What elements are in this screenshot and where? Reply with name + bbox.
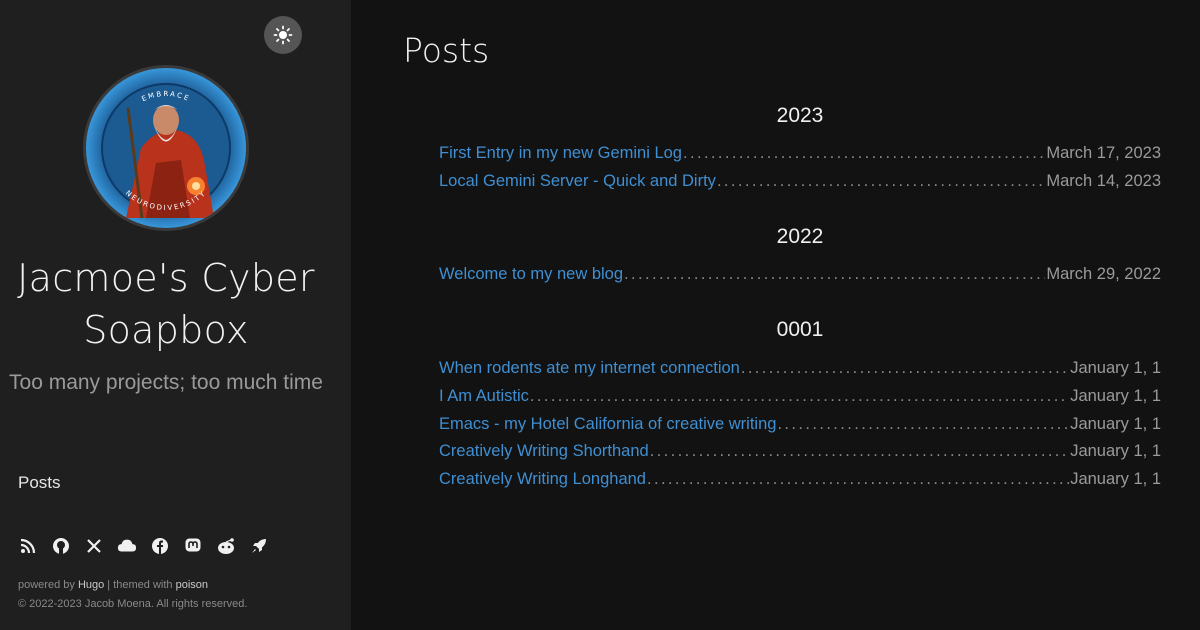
nav-posts-link[interactable]: Posts bbox=[18, 473, 61, 493]
post-date: January 1, 1 bbox=[1070, 359, 1161, 377]
post-link[interactable]: Welcome to my new blog bbox=[439, 265, 623, 284]
year-heading: 2022 bbox=[776, 225, 824, 248]
powered-by-label: powered by bbox=[18, 579, 78, 591]
site-tagline: Too many projects; too much time bbox=[9, 371, 323, 394]
post-row: I Am Autistic January 1, 1 bbox=[439, 387, 1161, 409]
post-link[interactable]: Emacs - my Hotel California of creative … bbox=[439, 415, 776, 434]
cloud-icon[interactable] bbox=[117, 536, 137, 556]
post-date: March 29, 2022 bbox=[1046, 265, 1161, 283]
post-link[interactable]: Creatively Writing Shorthand bbox=[439, 442, 649, 461]
post-link[interactable]: Local Gemini Server - Quick and Dirty bbox=[439, 172, 716, 191]
post-row: Creatively Writing Longhand January 1, 1 bbox=[439, 470, 1161, 492]
post-date: March 14, 2023 bbox=[1046, 172, 1161, 190]
mastodon-icon[interactable] bbox=[183, 536, 203, 556]
github-icon[interactable] bbox=[51, 536, 71, 556]
theme-toggle-button[interactable] bbox=[264, 16, 302, 54]
post-row: Emacs - my Hotel California of creative … bbox=[439, 415, 1161, 437]
post-date: January 1, 1 bbox=[1070, 470, 1161, 488]
hugo-link[interactable]: Hugo bbox=[78, 579, 104, 591]
post-row: Local Gemini Server - Quick and Dirty Ma… bbox=[439, 172, 1161, 194]
facebook-icon[interactable] bbox=[150, 536, 170, 556]
post-row: Creatively Writing Shorthand January 1, … bbox=[439, 442, 1161, 464]
poison-link[interactable]: poison bbox=[176, 579, 208, 591]
leader-dots bbox=[530, 387, 1069, 406]
sidebar-footer: powered by Hugo | themed with poison © 2… bbox=[18, 576, 247, 614]
themed-with-label: | themed with bbox=[104, 579, 176, 591]
site-title[interactable]: Jacmoe's Cyber Soapbox bbox=[0, 252, 332, 356]
leader-dots bbox=[717, 172, 1045, 191]
sidebar: EMBRACE NEURODIVERSITY Jacmoe's Cyber So… bbox=[0, 0, 351, 630]
reddit-icon[interactable] bbox=[216, 536, 236, 556]
year-heading: 0001 bbox=[776, 318, 824, 341]
page-title: Posts bbox=[403, 31, 490, 70]
leader-dots bbox=[741, 359, 1069, 378]
rss-icon[interactable] bbox=[18, 536, 38, 556]
post-date: January 1, 1 bbox=[1070, 387, 1161, 405]
post-date: March 17, 2023 bbox=[1046, 144, 1161, 162]
post-row: Welcome to my new blog March 29, 2022 bbox=[439, 265, 1161, 287]
avatar[interactable]: EMBRACE NEURODIVERSITY bbox=[83, 65, 249, 231]
leader-dots bbox=[683, 144, 1045, 163]
leader-dots bbox=[624, 265, 1045, 284]
rocket-icon[interactable] bbox=[249, 536, 269, 556]
post-link[interactable]: I Am Autistic bbox=[439, 387, 529, 406]
leader-dots bbox=[647, 470, 1069, 489]
leader-dots bbox=[650, 442, 1069, 461]
social-links bbox=[18, 536, 269, 556]
post-row: First Entry in my new Gemini Log March 1… bbox=[439, 144, 1161, 166]
year-heading: 2023 bbox=[776, 104, 824, 127]
post-date: January 1, 1 bbox=[1070, 415, 1161, 433]
post-link[interactable]: Creatively Writing Longhand bbox=[439, 470, 646, 489]
post-row: When rodents ate my internet connection … bbox=[439, 359, 1161, 381]
leader-dots bbox=[777, 415, 1069, 434]
post-date: January 1, 1 bbox=[1070, 442, 1161, 460]
post-link[interactable]: When rodents ate my internet connection bbox=[439, 359, 740, 378]
post-link[interactable]: First Entry in my new Gemini Log bbox=[439, 144, 682, 163]
wizard-emblem: EMBRACE NEURODIVERSITY bbox=[101, 83, 231, 219]
copyright: © 2022-2023 Jacob Moena. All rights rese… bbox=[18, 598, 248, 610]
sun-icon bbox=[273, 25, 293, 45]
x-icon[interactable] bbox=[84, 536, 104, 556]
